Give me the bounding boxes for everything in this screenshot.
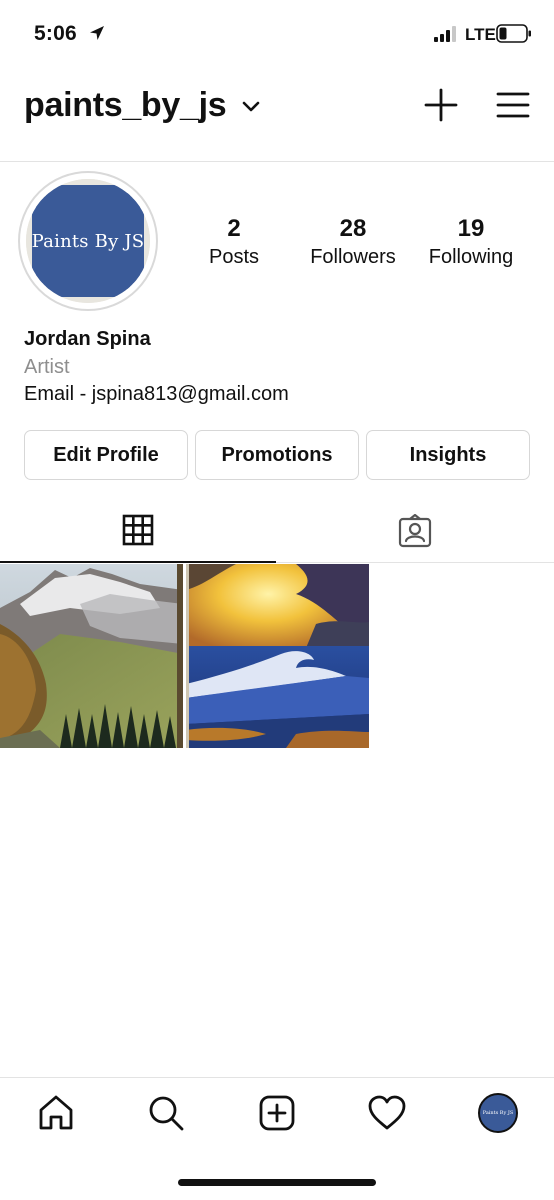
add-post-icon[interactable] [257,1093,297,1133]
grid-icon [122,514,154,546]
followers-count: 28 [339,215,367,242]
status-bar: 5:06 LTE [0,0,554,70]
avatar-logo-text: Paints By JS [31,230,145,252]
home-icon[interactable] [36,1093,76,1133]
followers-label: Followers [310,246,396,268]
heart-icon[interactable] [367,1093,407,1133]
tagged-icon [398,514,432,548]
profile-header: paints_by_js [0,78,554,140]
profile-category: Artist [24,356,70,378]
profile-avatar-icon[interactable]: Paints By JS [478,1093,518,1133]
location-arrow-icon [90,26,104,40]
network-type: LTE [465,25,496,44]
avatar-image: Paints By JS [26,179,150,303]
insights-button[interactable]: Insights [366,430,530,480]
stat-followers[interactable]: 28 Followers [293,214,413,270]
tab-posts-grid[interactable] [0,500,275,562]
mini-avatar-text: Paints By JS [482,1110,514,1116]
profile-avatar[interactable]: Paints By JS [18,171,158,311]
promotions-button[interactable]: Promotions [195,430,359,480]
stat-posts[interactable]: 2 Posts [174,214,294,270]
battery-icon [496,24,531,43]
bottom-nav-divider [0,1077,554,1078]
mountain-painting-image [0,564,183,748]
posts-label: Posts [208,246,260,268]
stat-following[interactable]: 19 Following [411,214,531,270]
home-indicator[interactable] [178,1179,376,1186]
header-divider [0,161,554,162]
plus-icon[interactable] [424,88,458,122]
profile-stats: 2 Posts 28 Followers 19 Following [174,214,534,274]
profile-bio: Email - jspina813@gmail.com [24,383,289,405]
posts-count: 2 [227,215,241,242]
menu-icon[interactable] [496,91,530,119]
status-time: 5:06 [34,22,77,45]
profile-full-name: Jordan Spina [24,328,151,350]
chevron-down-icon[interactable] [242,100,260,114]
following-label: Following [428,246,514,268]
signal-icon [434,26,456,42]
post-thumbnail[interactable] [186,564,369,748]
edit-profile-button[interactable]: Edit Profile [24,430,188,480]
following-count: 19 [457,215,485,242]
account-switcher[interactable]: paints_by_js [24,86,227,125]
ocean-painting-image [186,564,369,748]
post-thumbnail[interactable] [0,564,183,748]
search-icon[interactable] [146,1093,186,1133]
tab-active-indicator [0,561,276,563]
tab-tagged[interactable] [277,500,552,562]
